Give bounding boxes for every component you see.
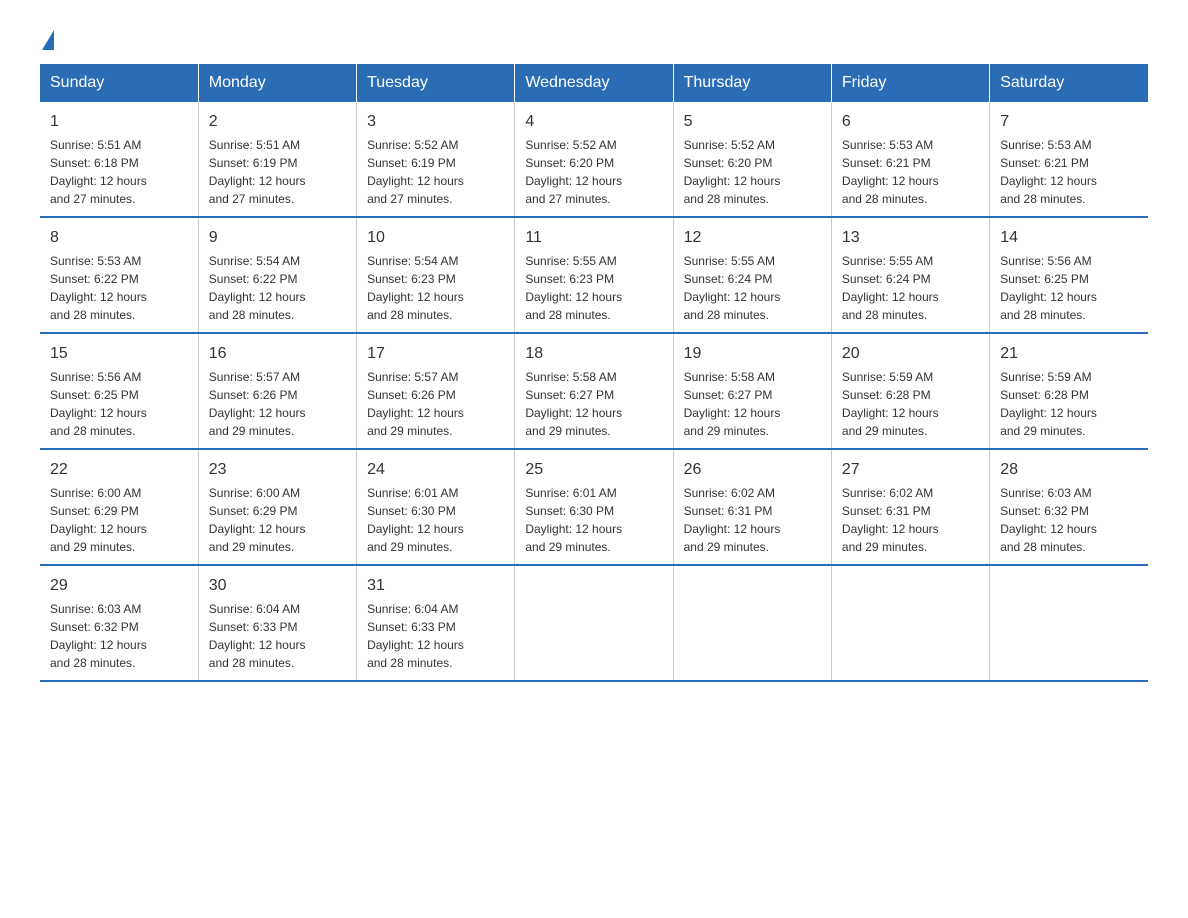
logo — [40, 30, 54, 44]
day-number: 28 — [1000, 458, 1138, 482]
calendar-day-cell: 30Sunrise: 6:04 AMSunset: 6:33 PMDayligh… — [198, 565, 356, 681]
calendar-day-cell — [515, 565, 673, 681]
page-header — [40, 30, 1148, 44]
calendar-day-cell: 8Sunrise: 5:53 AMSunset: 6:22 PMDaylight… — [40, 217, 198, 333]
day-number: 12 — [684, 226, 821, 250]
calendar-day-cell: 23Sunrise: 6:00 AMSunset: 6:29 PMDayligh… — [198, 449, 356, 565]
day-number: 18 — [525, 342, 662, 366]
calendar-day-cell: 27Sunrise: 6:02 AMSunset: 6:31 PMDayligh… — [831, 449, 989, 565]
day-number: 1 — [50, 110, 188, 134]
calendar-day-cell: 3Sunrise: 5:52 AMSunset: 6:19 PMDaylight… — [357, 102, 515, 217]
day-number: 9 — [209, 226, 346, 250]
day-number: 27 — [842, 458, 979, 482]
day-number: 11 — [525, 226, 662, 250]
calendar-day-cell: 14Sunrise: 5:56 AMSunset: 6:25 PMDayligh… — [990, 217, 1148, 333]
calendar-day-cell — [673, 565, 831, 681]
calendar-day-cell: 21Sunrise: 5:59 AMSunset: 6:28 PMDayligh… — [990, 333, 1148, 449]
calendar-day-cell: 13Sunrise: 5:55 AMSunset: 6:24 PMDayligh… — [831, 217, 989, 333]
weekday-header: Monday — [198, 64, 356, 102]
day-number: 25 — [525, 458, 662, 482]
calendar-week-row: 22Sunrise: 6:00 AMSunset: 6:29 PMDayligh… — [40, 449, 1148, 565]
calendar-day-cell: 26Sunrise: 6:02 AMSunset: 6:31 PMDayligh… — [673, 449, 831, 565]
day-number: 29 — [50, 574, 188, 598]
calendar-week-row: 15Sunrise: 5:56 AMSunset: 6:25 PMDayligh… — [40, 333, 1148, 449]
day-number: 26 — [684, 458, 821, 482]
calendar-day-cell: 11Sunrise: 5:55 AMSunset: 6:23 PMDayligh… — [515, 217, 673, 333]
weekday-header: Wednesday — [515, 64, 673, 102]
weekday-header: Saturday — [990, 64, 1148, 102]
calendar-table: SundayMondayTuesdayWednesdayThursdayFrid… — [40, 64, 1148, 682]
day-number: 30 — [209, 574, 346, 598]
day-number: 23 — [209, 458, 346, 482]
calendar-header-row: SundayMondayTuesdayWednesdayThursdayFrid… — [40, 64, 1148, 102]
day-number: 4 — [525, 110, 662, 134]
calendar-day-cell: 29Sunrise: 6:03 AMSunset: 6:32 PMDayligh… — [40, 565, 198, 681]
day-number: 19 — [684, 342, 821, 366]
calendar-day-cell: 25Sunrise: 6:01 AMSunset: 6:30 PMDayligh… — [515, 449, 673, 565]
calendar-day-cell: 5Sunrise: 5:52 AMSunset: 6:20 PMDaylight… — [673, 102, 831, 217]
day-number: 22 — [50, 458, 188, 482]
weekday-header: Tuesday — [357, 64, 515, 102]
calendar-day-cell: 2Sunrise: 5:51 AMSunset: 6:19 PMDaylight… — [198, 102, 356, 217]
calendar-day-cell: 24Sunrise: 6:01 AMSunset: 6:30 PMDayligh… — [357, 449, 515, 565]
calendar-week-row: 8Sunrise: 5:53 AMSunset: 6:22 PMDaylight… — [40, 217, 1148, 333]
day-number: 6 — [842, 110, 979, 134]
calendar-day-cell: 31Sunrise: 6:04 AMSunset: 6:33 PMDayligh… — [357, 565, 515, 681]
calendar-week-row: 1Sunrise: 5:51 AMSunset: 6:18 PMDaylight… — [40, 102, 1148, 217]
calendar-day-cell: 15Sunrise: 5:56 AMSunset: 6:25 PMDayligh… — [40, 333, 198, 449]
day-number: 14 — [1000, 226, 1138, 250]
calendar-day-cell: 4Sunrise: 5:52 AMSunset: 6:20 PMDaylight… — [515, 102, 673, 217]
calendar-day-cell: 22Sunrise: 6:00 AMSunset: 6:29 PMDayligh… — [40, 449, 198, 565]
calendar-week-row: 29Sunrise: 6:03 AMSunset: 6:32 PMDayligh… — [40, 565, 1148, 681]
calendar-day-cell: 7Sunrise: 5:53 AMSunset: 6:21 PMDaylight… — [990, 102, 1148, 217]
day-number: 5 — [684, 110, 821, 134]
day-number: 8 — [50, 226, 188, 250]
day-number: 16 — [209, 342, 346, 366]
day-number: 24 — [367, 458, 504, 482]
day-number: 15 — [50, 342, 188, 366]
calendar-day-cell — [990, 565, 1148, 681]
day-number: 20 — [842, 342, 979, 366]
calendar-day-cell: 6Sunrise: 5:53 AMSunset: 6:21 PMDaylight… — [831, 102, 989, 217]
day-number: 10 — [367, 226, 504, 250]
day-number: 3 — [367, 110, 504, 134]
calendar-day-cell: 18Sunrise: 5:58 AMSunset: 6:27 PMDayligh… — [515, 333, 673, 449]
calendar-day-cell: 1Sunrise: 5:51 AMSunset: 6:18 PMDaylight… — [40, 102, 198, 217]
calendar-day-cell: 20Sunrise: 5:59 AMSunset: 6:28 PMDayligh… — [831, 333, 989, 449]
weekday-header: Sunday — [40, 64, 198, 102]
day-number: 7 — [1000, 110, 1138, 134]
calendar-day-cell: 28Sunrise: 6:03 AMSunset: 6:32 PMDayligh… — [990, 449, 1148, 565]
calendar-day-cell: 12Sunrise: 5:55 AMSunset: 6:24 PMDayligh… — [673, 217, 831, 333]
weekday-header: Thursday — [673, 64, 831, 102]
calendar-day-cell: 19Sunrise: 5:58 AMSunset: 6:27 PMDayligh… — [673, 333, 831, 449]
calendar-day-cell: 9Sunrise: 5:54 AMSunset: 6:22 PMDaylight… — [198, 217, 356, 333]
calendar-day-cell: 10Sunrise: 5:54 AMSunset: 6:23 PMDayligh… — [357, 217, 515, 333]
day-number: 17 — [367, 342, 504, 366]
day-number: 2 — [209, 110, 346, 134]
calendar-day-cell: 16Sunrise: 5:57 AMSunset: 6:26 PMDayligh… — [198, 333, 356, 449]
calendar-day-cell: 17Sunrise: 5:57 AMSunset: 6:26 PMDayligh… — [357, 333, 515, 449]
day-number: 21 — [1000, 342, 1138, 366]
day-number: 31 — [367, 574, 504, 598]
calendar-day-cell — [831, 565, 989, 681]
weekday-header: Friday — [831, 64, 989, 102]
logo-triangle-icon — [42, 30, 54, 50]
day-number: 13 — [842, 226, 979, 250]
